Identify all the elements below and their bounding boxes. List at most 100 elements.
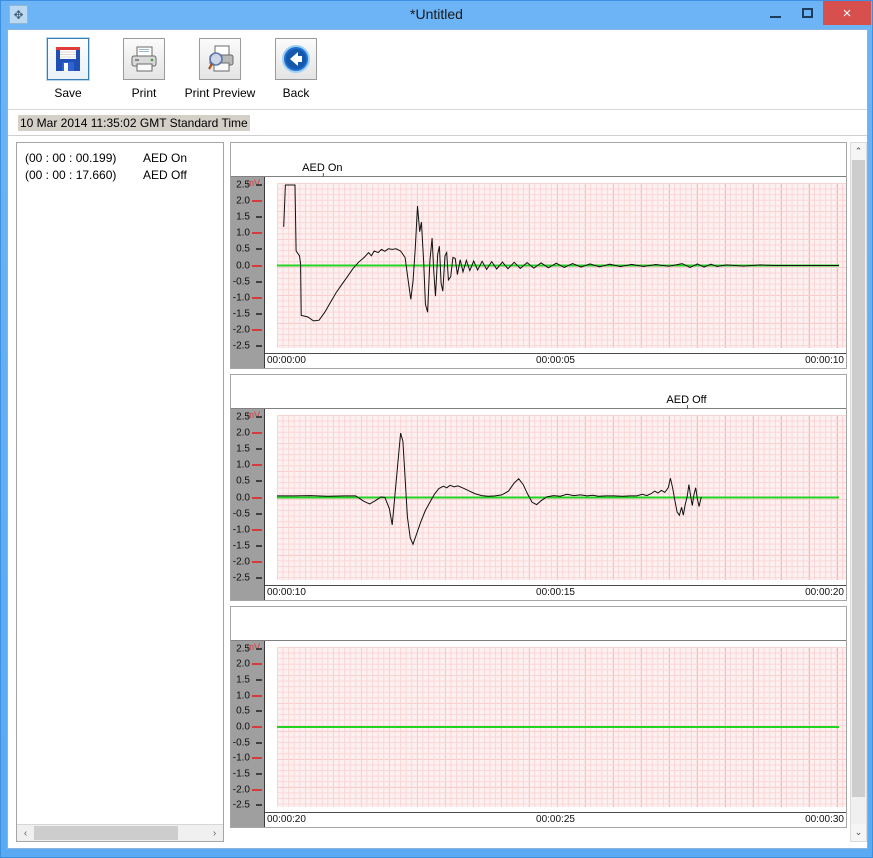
plot-area[interactable]: 00:00:00 00:00:05 00:00:10 bbox=[265, 177, 846, 368]
y-tick-mark bbox=[252, 757, 262, 760]
x-axis: 00:00:10 00:00:15 00:00:20 bbox=[265, 585, 846, 600]
events-panel: (00 : 00 : 00.199) AED On (00 : 00 : 17.66… bbox=[16, 142, 224, 842]
y-tick-mark bbox=[256, 544, 262, 547]
y-tick-mark bbox=[252, 663, 262, 666]
recording-datetime: 10 Mar 2014 11:35:02 GMT Standard Time bbox=[18, 114, 250, 131]
print-preview-icon bbox=[199, 38, 241, 80]
y-tick-mark bbox=[256, 576, 262, 579]
y-axis: mV 2.5 2.0 1.5 1.0 0.5 0.0 -0.5 -1.0 -1.5 -2.0 -2.5 bbox=[231, 177, 265, 368]
scroll-down-icon[interactable]: ⌄ bbox=[851, 824, 866, 841]
event-label: AED On bbox=[143, 151, 188, 165]
chart-header: AED Off bbox=[231, 375, 846, 412]
plot-area[interactable]: 00:00:10 00:00:15 00:00:20 bbox=[265, 409, 846, 600]
y-tick-mark bbox=[256, 312, 262, 315]
recording-datetime-bar: 10 Mar 2014 11:35:02 GMT Standard Time bbox=[8, 110, 867, 136]
events-list[interactable]: (00 : 00 : 00.199) AED On (00 : 00 : 17.66… bbox=[17, 143, 223, 824]
back-button[interactable]: Back bbox=[258, 38, 334, 100]
y-tick-label: 2.5 bbox=[236, 643, 250, 655]
application-window: ✥ *Untitled × Save Print Print Preview B… bbox=[0, 0, 873, 858]
print-preview-button-label: Print Preview bbox=[184, 86, 256, 100]
events-hscroll-track[interactable] bbox=[34, 825, 206, 841]
printer-icon bbox=[123, 38, 165, 80]
x-tick-label: 00:00:05 bbox=[536, 355, 575, 366]
y-tick-label: -0.5 bbox=[232, 508, 250, 520]
ecg-trace-svg bbox=[277, 432, 839, 546]
scroll-left-icon[interactable]: ‹ bbox=[17, 825, 34, 841]
ecg-waveform bbox=[283, 184, 839, 322]
y-tick-label: -1.0 bbox=[232, 292, 250, 304]
y-tick-label: -1.0 bbox=[232, 524, 250, 536]
y-tick-mark bbox=[256, 710, 262, 713]
print-button-label: Print bbox=[131, 86, 157, 100]
ecg-chart-panel[interactable]: mV 2.5 2.0 1.5 1.0 0.5 0.0 -0.5 -1.0 -1.5 -2.0 -2.5… bbox=[230, 606, 847, 828]
charts-area: AED On mV 2.5 2.0 1.5 1.0 0.5 0.0 -0.5 -1.0 -1.5 -2… bbox=[230, 142, 867, 842]
list-item[interactable]: (00 : 00 : 17.660) AED Off bbox=[25, 167, 223, 184]
y-tick-label: -1.5 bbox=[232, 768, 250, 780]
close-button[interactable]: × bbox=[823, 1, 871, 25]
y-tick-mark bbox=[252, 788, 262, 791]
y-tick-label: 2.0 bbox=[236, 195, 250, 207]
y-tick-mark bbox=[256, 647, 262, 650]
save-button[interactable]: Save bbox=[30, 37, 106, 100]
chart-header: AED On bbox=[231, 143, 846, 180]
x-tick-label: 00:00:30 bbox=[805, 814, 844, 825]
client-area: Save Print Print Preview Back 10 Mar 201… bbox=[7, 29, 868, 849]
x-tick-label: 00:00:10 bbox=[267, 587, 306, 598]
y-tick-label: 1.5 bbox=[236, 211, 250, 223]
scroll-right-icon[interactable]: › bbox=[206, 825, 223, 841]
x-tick-label: 00:00:00 bbox=[267, 355, 306, 366]
y-tick-mark bbox=[256, 216, 262, 219]
y-tick-label: -0.5 bbox=[232, 737, 250, 749]
y-tick-mark bbox=[252, 200, 262, 203]
x-axis: 00:00:00 00:00:05 00:00:10 bbox=[265, 353, 846, 368]
y-tick-label: 0.0 bbox=[236, 492, 250, 503]
y-tick-label: 0.0 bbox=[236, 260, 250, 271]
y-tick-label: -1.5 bbox=[232, 308, 250, 320]
y-tick-label: 2.5 bbox=[236, 411, 250, 423]
chart-annotation: AED On bbox=[302, 162, 343, 180]
y-tick-label: 1.0 bbox=[236, 690, 250, 702]
y-tick-mark bbox=[256, 448, 262, 451]
chart-body: mV 2.5 2.0 1.5 1.0 0.5 0.0 -0.5 -1.0 -1.5 -2.0 -2.5… bbox=[231, 409, 846, 600]
charts-vscroll-thumb[interactable] bbox=[852, 160, 865, 798]
y-tick-mark bbox=[252, 694, 262, 697]
y-tick-mark bbox=[256, 280, 262, 283]
event-time: (00 : 00 : 00.199) bbox=[25, 151, 117, 165]
y-tick-mark bbox=[252, 528, 262, 531]
back-button-label: Back bbox=[282, 86, 310, 100]
chart-header bbox=[231, 607, 846, 641]
plot-area[interactable]: 00:00:20 00:00:25 00:00:30 bbox=[265, 641, 846, 827]
ecg-chart-panel[interactable]: AED Off mV 2.5 2.0 1.5 1.0 0.5 0.0 -0.5 -1.0 -1.5-… bbox=[230, 374, 847, 601]
y-tick-label: -1.0 bbox=[232, 752, 250, 764]
back-arrow-icon bbox=[275, 38, 317, 80]
x-tick-label: 00:00:25 bbox=[536, 814, 575, 825]
y-tick-label: 1.5 bbox=[236, 674, 250, 686]
events-hscroll-thumb[interactable] bbox=[34, 826, 178, 840]
list-item[interactable]: (00 : 00 : 00.199) AED On bbox=[25, 150, 223, 167]
maximize-button[interactable] bbox=[791, 1, 823, 25]
chart-body: mV 2.5 2.0 1.5 1.0 0.5 0.0 -0.5 -1.0 -1.5 -2.0 -2.5… bbox=[231, 177, 846, 368]
y-tick-mark bbox=[252, 464, 262, 467]
ecg-trace-svg bbox=[277, 184, 839, 322]
chart-body: mV 2.5 2.0 1.5 1.0 0.5 0.0 -0.5 -1.0 -1.5 -2.0 -2.5… bbox=[231, 641, 846, 827]
y-tick-mark bbox=[256, 679, 262, 682]
minimize-button[interactable] bbox=[759, 1, 791, 25]
x-axis: 00:00:20 00:00:25 00:00:30 bbox=[265, 812, 846, 827]
minimize-icon bbox=[769, 15, 781, 18]
y-tick-label: 1.5 bbox=[236, 443, 250, 455]
y-tick-mark bbox=[252, 296, 262, 299]
charts-vscroll-track[interactable] bbox=[851, 160, 866, 824]
y-tick-mark bbox=[256, 248, 262, 251]
charts-vertical-scrollbar[interactable]: ⌃ ⌄ bbox=[850, 142, 867, 842]
y-tick-mark bbox=[252, 496, 262, 499]
print-preview-button[interactable]: Print Preview bbox=[182, 38, 258, 100]
ecg-chart-panel[interactable]: AED On mV 2.5 2.0 1.5 1.0 0.5 0.0 -0.5 -1.0 -1.5 -2… bbox=[230, 142, 847, 369]
y-tick-mark bbox=[252, 328, 262, 331]
toolbar: Save Print Print Preview Back bbox=[8, 30, 867, 110]
maximize-icon bbox=[801, 8, 813, 18]
print-button[interactable]: Print bbox=[106, 38, 182, 100]
scroll-up-icon[interactable]: ⌃ bbox=[851, 143, 866, 160]
x-tick-label: 00:00:20 bbox=[267, 814, 306, 825]
y-tick-label: -2.5 bbox=[232, 572, 250, 584]
events-horizontal-scrollbar[interactable]: ‹ › bbox=[17, 824, 223, 841]
